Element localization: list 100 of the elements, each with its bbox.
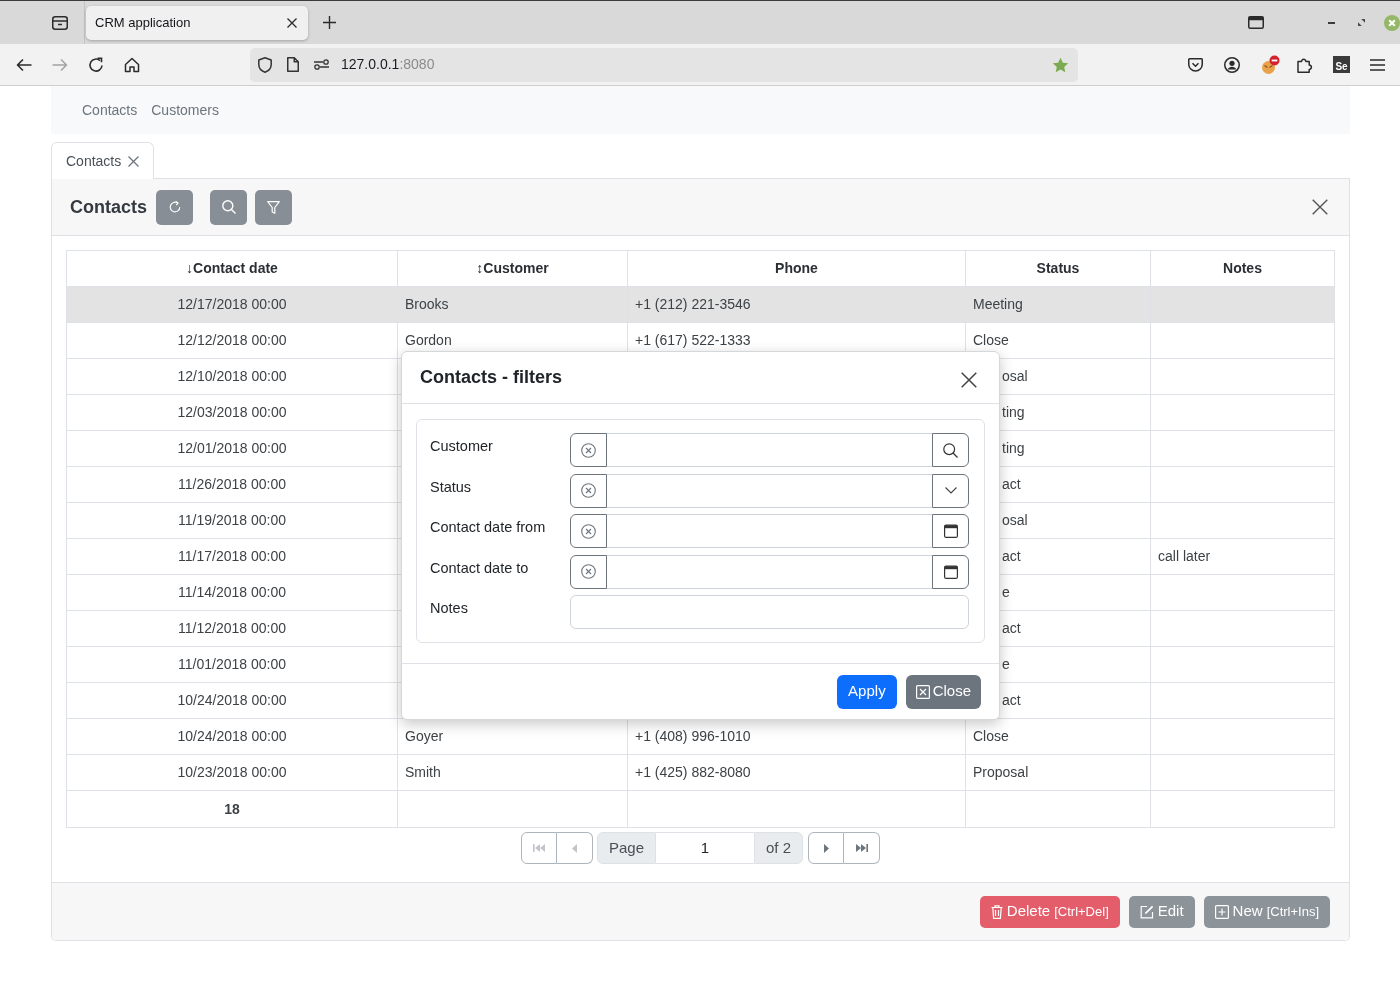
refresh-button[interactable] [156, 189, 193, 225]
tray-icon[interactable] [52, 15, 68, 30]
field-label: Customer [430, 437, 494, 456]
close-icon[interactable] [1312, 199, 1328, 215]
plus-square-icon [1214, 904, 1229, 919]
nav-link[interactable]: Contacts [82, 99, 138, 121]
close-icon[interactable] [287, 17, 297, 28]
chevron-down-icon [944, 487, 957, 494]
reload-icon[interactable] [88, 56, 104, 73]
refresh-icon [168, 201, 181, 213]
skip-to-start-icon [532, 844, 545, 852]
account-icon[interactable] [1224, 56, 1240, 73]
search-button[interactable] [210, 189, 247, 225]
clear-button[interactable] [570, 473, 607, 508]
table-cell: Brooks [397, 286, 628, 323]
last-page-button[interactable] [844, 832, 881, 864]
x-circle-icon [581, 442, 596, 458]
calendar-button[interactable] [932, 554, 969, 589]
skip-to-end-icon [855, 844, 868, 852]
plus-icon[interactable] [323, 16, 336, 29]
table-cell: 11/17/2018 00:00 [66, 538, 398, 575]
table-cell: 11/12/2018 00:00 [66, 610, 398, 647]
input-field[interactable] [607, 433, 932, 467]
x-square-icon [915, 684, 930, 699]
menu-icon[interactable] [1370, 58, 1385, 71]
clear-button[interactable] [570, 514, 607, 548]
table-cell: 11/14/2018 00:00 [66, 574, 398, 611]
table-cell: 12/12/2018 00:00 [66, 322, 398, 359]
pocket-icon[interactable] [1188, 57, 1203, 72]
table-cell: call later [1150, 538, 1335, 575]
minimize-icon[interactable] [1328, 21, 1335, 24]
dropdown-button[interactable] [932, 473, 969, 508]
funnel-icon [267, 200, 280, 214]
filter-button[interactable] [255, 189, 292, 225]
table-cell: Close [965, 718, 1151, 755]
table-cell: +1 (408) 996-1010 [627, 718, 966, 755]
input-field[interactable] [607, 514, 932, 548]
clear-button[interactable] [570, 554, 607, 589]
table-cell: Close [965, 322, 1151, 359]
status-text: e [1002, 584, 1010, 600]
shield-icon[interactable] [258, 56, 272, 73]
status-text: e [1002, 656, 1010, 672]
x-circle-icon [581, 523, 596, 539]
column-header[interactable]: ↓Contact date [66, 250, 398, 287]
puzzle-icon[interactable] [1297, 56, 1313, 73]
trash-icon [990, 904, 1003, 919]
url-text: 127.0.0.1:8080 [341, 55, 435, 74]
calendar-button[interactable] [932, 514, 969, 548]
status-text: osal [1002, 512, 1028, 528]
star-icon[interactable] [1052, 56, 1069, 73]
tab[interactable]: Contacts [51, 142, 155, 179]
table-cell: Proposal [965, 754, 1151, 791]
column-header[interactable]: Status [965, 250, 1151, 287]
table-cell: 12/01/2018 00:00 [66, 430, 398, 467]
column-header[interactable]: Phone [627, 250, 966, 287]
table-cell: +1 (212) 221-3546 [627, 286, 966, 323]
x-circle-icon [581, 564, 596, 579]
input-field[interactable] [570, 595, 969, 629]
close-button[interactable]: Close [905, 674, 981, 709]
window-icon[interactable] [1248, 16, 1264, 29]
table-cell: 11/19/2018 00:00 [66, 502, 398, 539]
field-label: Status [430, 477, 473, 497]
browser-tab[interactable]: CRM application [86, 5, 308, 40]
sliders-icon[interactable] [314, 59, 329, 70]
page-icon[interactable] [287, 57, 299, 72]
table-cell: Smith [397, 754, 628, 791]
search-icon [943, 442, 958, 458]
table-cell: 11/26/2018 00:00 [66, 466, 398, 503]
home-icon[interactable] [124, 56, 140, 73]
status-text: ting [1002, 440, 1025, 456]
input-field[interactable] [607, 554, 932, 589]
pencil-square-icon [1139, 904, 1154, 919]
clear-button[interactable] [570, 433, 607, 467]
page-label: Page [596, 832, 656, 864]
table-cell: 10/24/2018 00:00 [66, 682, 398, 719]
status-text: act [1002, 620, 1021, 636]
status-text: act [1002, 692, 1021, 708]
status-text: osal [1002, 368, 1028, 384]
extension-icon[interactable] [1260, 54, 1280, 75]
address-bar[interactable]: 127.0.0.1:8080 [250, 47, 1078, 82]
table-cell: 12/10/2018 00:00 [66, 358, 398, 395]
status-text: act [1002, 476, 1021, 492]
table-cell: 11/01/2018 00:00 [66, 646, 398, 683]
table-cell: Meeting [965, 286, 1151, 323]
column-header[interactable]: Notes [1150, 250, 1335, 287]
field-label: Contact date from [430, 518, 547, 537]
nav-link[interactable]: Customers [151, 99, 219, 121]
apply-button[interactable]: Apply [837, 674, 897, 709]
extension-button[interactable]: Se [1333, 56, 1350, 73]
page-field[interactable]: 1 [656, 832, 754, 864]
search-button[interactable] [932, 433, 969, 467]
close-icon[interactable] [961, 371, 977, 388]
caret-right-icon [823, 843, 829, 853]
table-cell: 12/03/2018 00:00 [66, 394, 398, 431]
input-field[interactable] [607, 473, 932, 508]
column-header[interactable]: ↕Customer [397, 250, 628, 287]
status-text: act [1002, 548, 1021, 564]
panel-title: Contacts [70, 195, 147, 219]
restore-icon[interactable] [1358, 19, 1365, 26]
back-arrow-icon[interactable] [16, 57, 32, 72]
